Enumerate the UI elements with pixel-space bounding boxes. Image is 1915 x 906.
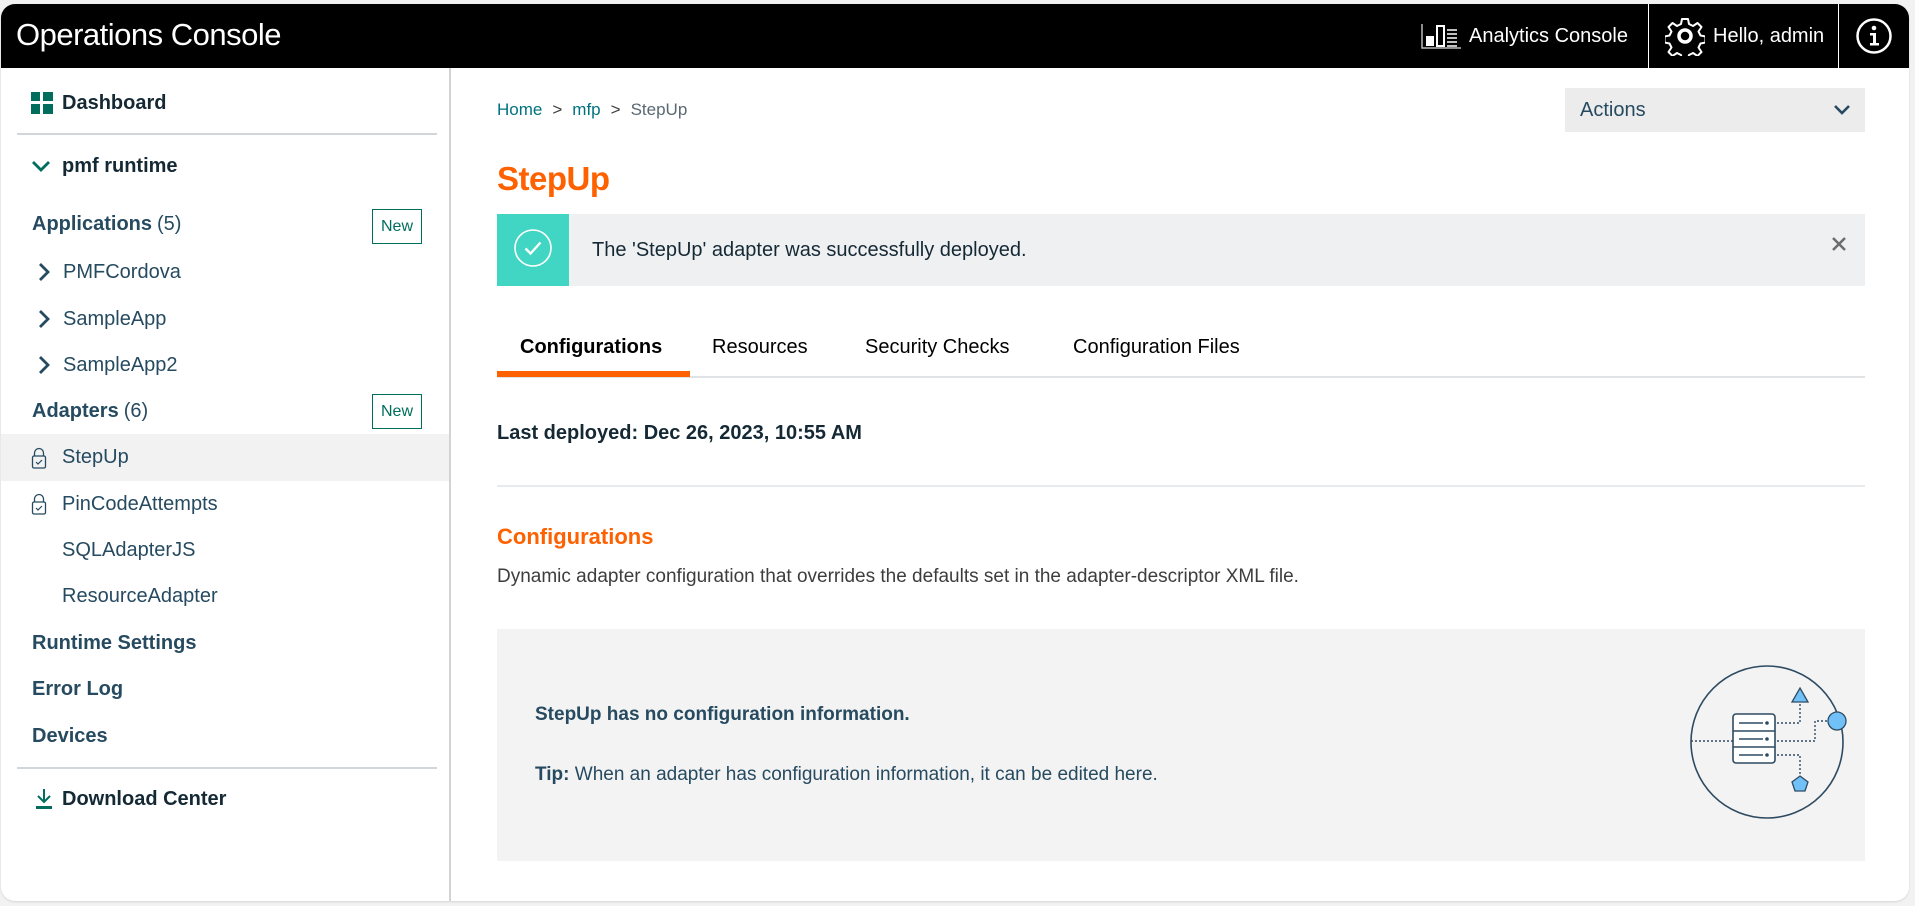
empty-state-tip: Tip: When an adapter has configuration i… [535, 764, 1158, 786]
sidebar-adapter-item[interactable]: SQLAdapterJS [1, 530, 449, 570]
applications-label: Applications [32, 212, 153, 235]
sidebar-item-error-log[interactable]: Error Log [1, 669, 449, 709]
empty-state-panel: StepUp has no configuration information.… [497, 629, 1865, 861]
actions-dropdown[interactable]: Actions [1565, 88, 1865, 132]
app-item-label: PMFCordova [63, 260, 181, 283]
sidebar-app-item[interactable]: SampleApp [1, 299, 449, 339]
actions-label: Actions [1580, 98, 1646, 121]
breadcrumb-home[interactable]: Home [497, 100, 542, 120]
sidebar-app-item[interactable]: PMFCordova [1, 252, 449, 292]
section-description: Dynamic adapter configuration that overr… [497, 566, 1299, 587]
tip-text: When an adapter has configuration inform… [569, 764, 1158, 785]
runtime-settings-label: Runtime Settings [32, 631, 197, 654]
breadcrumb-separator: > [552, 100, 563, 119]
user-menu[interactable]: Hello, admin [1648, 4, 1838, 68]
sidebar-item-dashboard[interactable]: Dashboard [1, 83, 449, 123]
sidebar-adapter-item[interactable]: PinCodeAttempts [1, 484, 449, 524]
lock-check-icon [31, 493, 47, 515]
page-title: StepUp [497, 160, 610, 197]
tab-security-checks[interactable]: Security Checks [865, 326, 1010, 378]
bar-chart-icon [1421, 22, 1461, 50]
devices-label: Devices [32, 724, 108, 747]
chevron-right-icon [37, 262, 51, 282]
active-tab-indicator [497, 371, 690, 377]
chevron-right-icon [37, 355, 51, 375]
analytics-console-link[interactable]: Analytics Console [1421, 4, 1628, 68]
app-title[interactable]: Operations Console [16, 17, 282, 53]
user-greeting: Hello, admin [1713, 24, 1825, 47]
sidebar-runtime-toggle[interactable]: pmf runtime [1, 146, 449, 186]
tab-resources[interactable]: Resources [712, 326, 808, 378]
sidebar-item-runtime-settings[interactable]: Runtime Settings [1, 623, 449, 663]
sidebar-dashboard-label: Dashboard [62, 91, 167, 114]
notification-status [497, 214, 569, 286]
sidebar-item-devices[interactable]: Devices [1, 716, 449, 756]
breadcrumb: Home > mfp > StepUp [497, 100, 687, 120]
applications-count: (5) [157, 212, 182, 235]
console-window: Operations Console Analytics Console Hel… [1, 4, 1909, 901]
download-icon [35, 788, 53, 810]
new-adapter-button[interactable]: New [372, 394, 422, 429]
lock-check-icon [31, 447, 47, 469]
tab-bar: Configurations Resources Security Checks… [497, 326, 1865, 378]
adapter-item-label: ResourceAdapter [62, 584, 218, 607]
breadcrumb-mfp[interactable]: mfp [572, 100, 600, 120]
info-button[interactable] [1838, 4, 1909, 68]
sidebar-app-item[interactable]: SampleApp2 [1, 345, 449, 385]
sidebar-item-download-center[interactable]: Download Center [1, 779, 449, 819]
info-icon [1855, 17, 1893, 55]
tip-label: Tip: [535, 764, 570, 785]
adapter-item-label: StepUp [62, 446, 129, 468]
chevron-down-icon [1833, 99, 1851, 122]
checkmark-circle-icon [513, 228, 553, 273]
adapter-item-label: PinCodeAttempts [62, 492, 218, 515]
tab-configuration-files[interactable]: Configuration Files [1073, 326, 1240, 378]
top-bar: Operations Console Analytics Console Hel… [1, 4, 1909, 68]
sidebar-adapter-item[interactable]: ResourceAdapter [1, 576, 449, 616]
sidebar-divider [17, 133, 437, 135]
dashboard-grid-icon [31, 92, 53, 114]
breadcrumb-current: StepUp [630, 100, 688, 119]
app-item-label: SampleApp [63, 307, 167, 330]
last-deployed: Last deployed: Dec 26, 2023, 10:55 AM [497, 422, 862, 444]
sidebar-divider [17, 767, 437, 769]
adapters-count: (6) [123, 399, 149, 422]
empty-state-title: StepUp has no configuration information. [535, 704, 910, 725]
chevron-down-icon [31, 159, 51, 173]
sidebar-runtime-label: pmf runtime [62, 154, 178, 177]
adapter-item-label: SQLAdapterJS [62, 538, 196, 561]
download-center-label: Download Center [62, 787, 227, 810]
server-network-illustration [1687, 662, 1847, 827]
error-log-label: Error Log [32, 677, 124, 700]
section-title: Configurations [497, 524, 654, 549]
app-item-label: SampleApp2 [63, 353, 178, 376]
section-divider [497, 485, 1865, 487]
close-icon[interactable] [1827, 232, 1851, 256]
new-application-button[interactable]: New [372, 209, 422, 244]
breadcrumb-separator: > [610, 100, 621, 119]
success-notification: The 'StepUp' adapter was successfully de… [497, 214, 1865, 286]
sidebar: Dashboard pmf runtime Applications (5) N… [1, 68, 451, 901]
adapters-label: Adapters [32, 399, 119, 422]
gear-icon [1665, 16, 1705, 56]
analytics-console-label: Analytics Console [1469, 24, 1628, 47]
chevron-right-icon [37, 309, 51, 329]
notification-message: The 'StepUp' adapter was successfully de… [592, 238, 1027, 261]
main-content: Home > mfp > StepUp Actions StepUp The '… [453, 68, 1909, 901]
sidebar-adapter-item-selected[interactable]: StepUp [1, 434, 449, 481]
